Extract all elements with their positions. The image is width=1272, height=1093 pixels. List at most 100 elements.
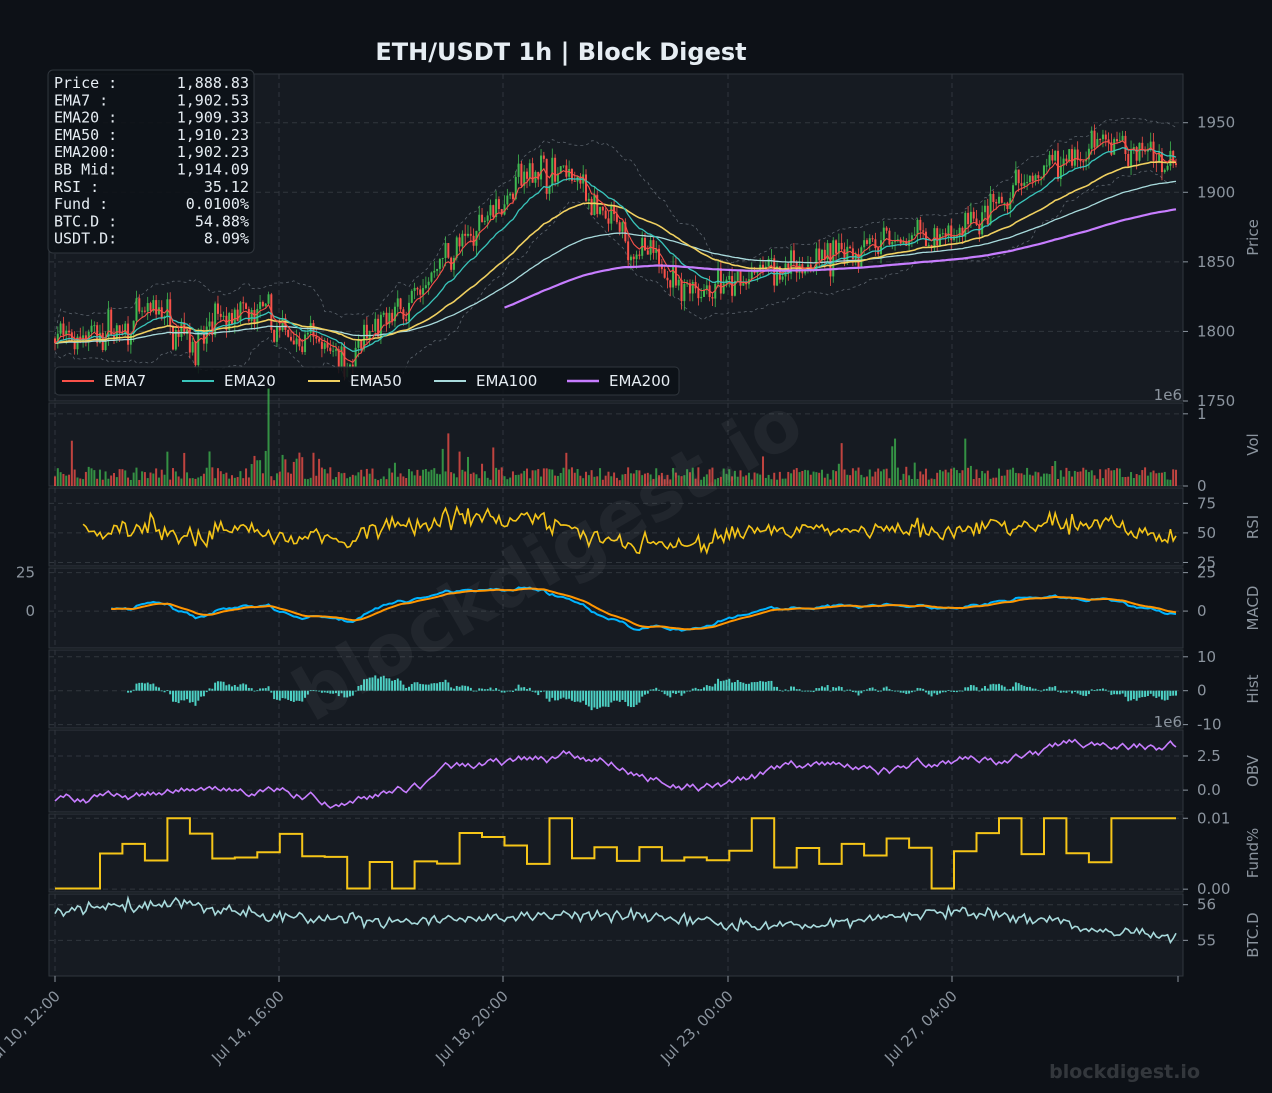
volume-bar: [363, 476, 366, 486]
histogram-bar: [576, 690, 579, 702]
volume-bar: [413, 475, 416, 486]
y-tick-label-price: 1850: [1197, 253, 1235, 271]
volume-bar: [1071, 476, 1074, 486]
volume-bar: [281, 454, 284, 486]
volume-bar: [821, 469, 823, 486]
volume-bar: [270, 476, 273, 486]
volume-bar: [1023, 474, 1026, 486]
histogram-bar: [205, 690, 208, 693]
volume-bar: [955, 470, 958, 486]
volume-bar: [587, 475, 590, 486]
histogram-bar: [1003, 686, 1006, 691]
legend-label: EMA7: [104, 372, 146, 390]
volume-bar: [419, 475, 422, 486]
candle-body: [646, 250, 649, 255]
histogram-bar: [975, 687, 978, 691]
histogram-bar: [615, 690, 618, 701]
volume-bar: [950, 468, 953, 486]
candle-body: [1065, 158, 1068, 162]
volume-bar: [1003, 475, 1006, 486]
histogram-bar: [537, 690, 540, 696]
volume-bar: [787, 471, 790, 486]
volume-bar: [84, 471, 87, 486]
histogram-bar: [1093, 690, 1096, 691]
volume-bar: [523, 470, 526, 486]
legend-label: EMA20: [224, 372, 276, 390]
candle-body: [885, 227, 888, 231]
histogram-bar: [596, 690, 599, 709]
histogram-bar: [545, 690, 548, 699]
histogram-bar: [739, 681, 742, 691]
histogram-bar: [719, 681, 722, 691]
volume-bar: [318, 458, 321, 486]
volume-bar: [517, 474, 520, 486]
histogram-bar: [514, 688, 517, 691]
histogram-bar: [745, 683, 748, 691]
info-value: 1,888.83: [177, 74, 249, 92]
histogram-bar: [273, 690, 276, 700]
candle-body: [565, 165, 568, 177]
candle-body: [180, 322, 183, 337]
histogram-bar: [481, 688, 484, 691]
volume-bar: [450, 472, 453, 486]
volume-bar: [1132, 478, 1135, 486]
histogram-bar: [781, 690, 784, 692]
histogram-bar: [495, 688, 498, 691]
candle-body: [208, 321, 211, 327]
candle-body: [278, 327, 281, 331]
candle-body: [68, 330, 71, 333]
candle-body: [399, 298, 402, 310]
volume-bar: [169, 479, 172, 486]
volume-bar: [778, 471, 781, 486]
volume-bar: [967, 467, 970, 486]
info-value: 54.88%: [195, 212, 249, 230]
histogram-bar: [422, 684, 425, 691]
volume-bar: [804, 469, 807, 486]
histogram-bar: [554, 690, 557, 701]
volume-bar: [340, 473, 343, 486]
volume-bar: [1175, 469, 1177, 486]
candle-body: [410, 290, 413, 303]
histogram-bar: [1045, 688, 1048, 691]
y-tick-label-price: 1900: [1197, 183, 1235, 201]
histogram-bar: [1076, 690, 1079, 694]
histogram-bar: [587, 690, 590, 707]
histogram-bar: [835, 687, 838, 691]
histogram-bar: [1048, 686, 1051, 691]
histogram-bar: [1059, 690, 1062, 693]
histogram-bar: [902, 690, 905, 693]
volume-bar: [865, 476, 868, 486]
volume-bar: [1144, 467, 1147, 486]
histogram-bar: [916, 687, 919, 691]
histogram-bar: [840, 687, 843, 691]
histogram-bar: [1124, 690, 1127, 697]
volume-bar: [551, 469, 554, 486]
candle-body: [773, 258, 776, 286]
candle-body: [669, 280, 672, 288]
volume-bar: [1104, 469, 1107, 486]
candle-body: [1090, 130, 1093, 149]
volume-bar: [264, 450, 267, 486]
histogram-bar: [694, 687, 697, 691]
volume-bar: [941, 471, 944, 486]
volume-bar: [115, 477, 118, 486]
histogram-bar: [992, 683, 995, 691]
volume-bar: [127, 477, 130, 486]
candle-body: [315, 336, 318, 339]
volume-bar: [1149, 472, 1152, 486]
volume-bar: [365, 468, 368, 486]
candle-body: [306, 332, 309, 335]
histogram-bar: [157, 687, 160, 691]
y-tick-label-left-macd: 0: [25, 602, 35, 620]
candle-body: [329, 347, 332, 352]
volume-bar: [840, 443, 843, 486]
volume-bar: [863, 477, 866, 486]
histogram-bar: [978, 690, 981, 692]
histogram-bar: [450, 687, 453, 691]
volume-bar: [565, 452, 568, 486]
candle-body: [815, 248, 818, 270]
volume-bar: [371, 468, 374, 486]
histogram-bar: [821, 686, 823, 691]
volume-bar: [1014, 472, 1017, 486]
histogram-bar: [756, 681, 759, 691]
